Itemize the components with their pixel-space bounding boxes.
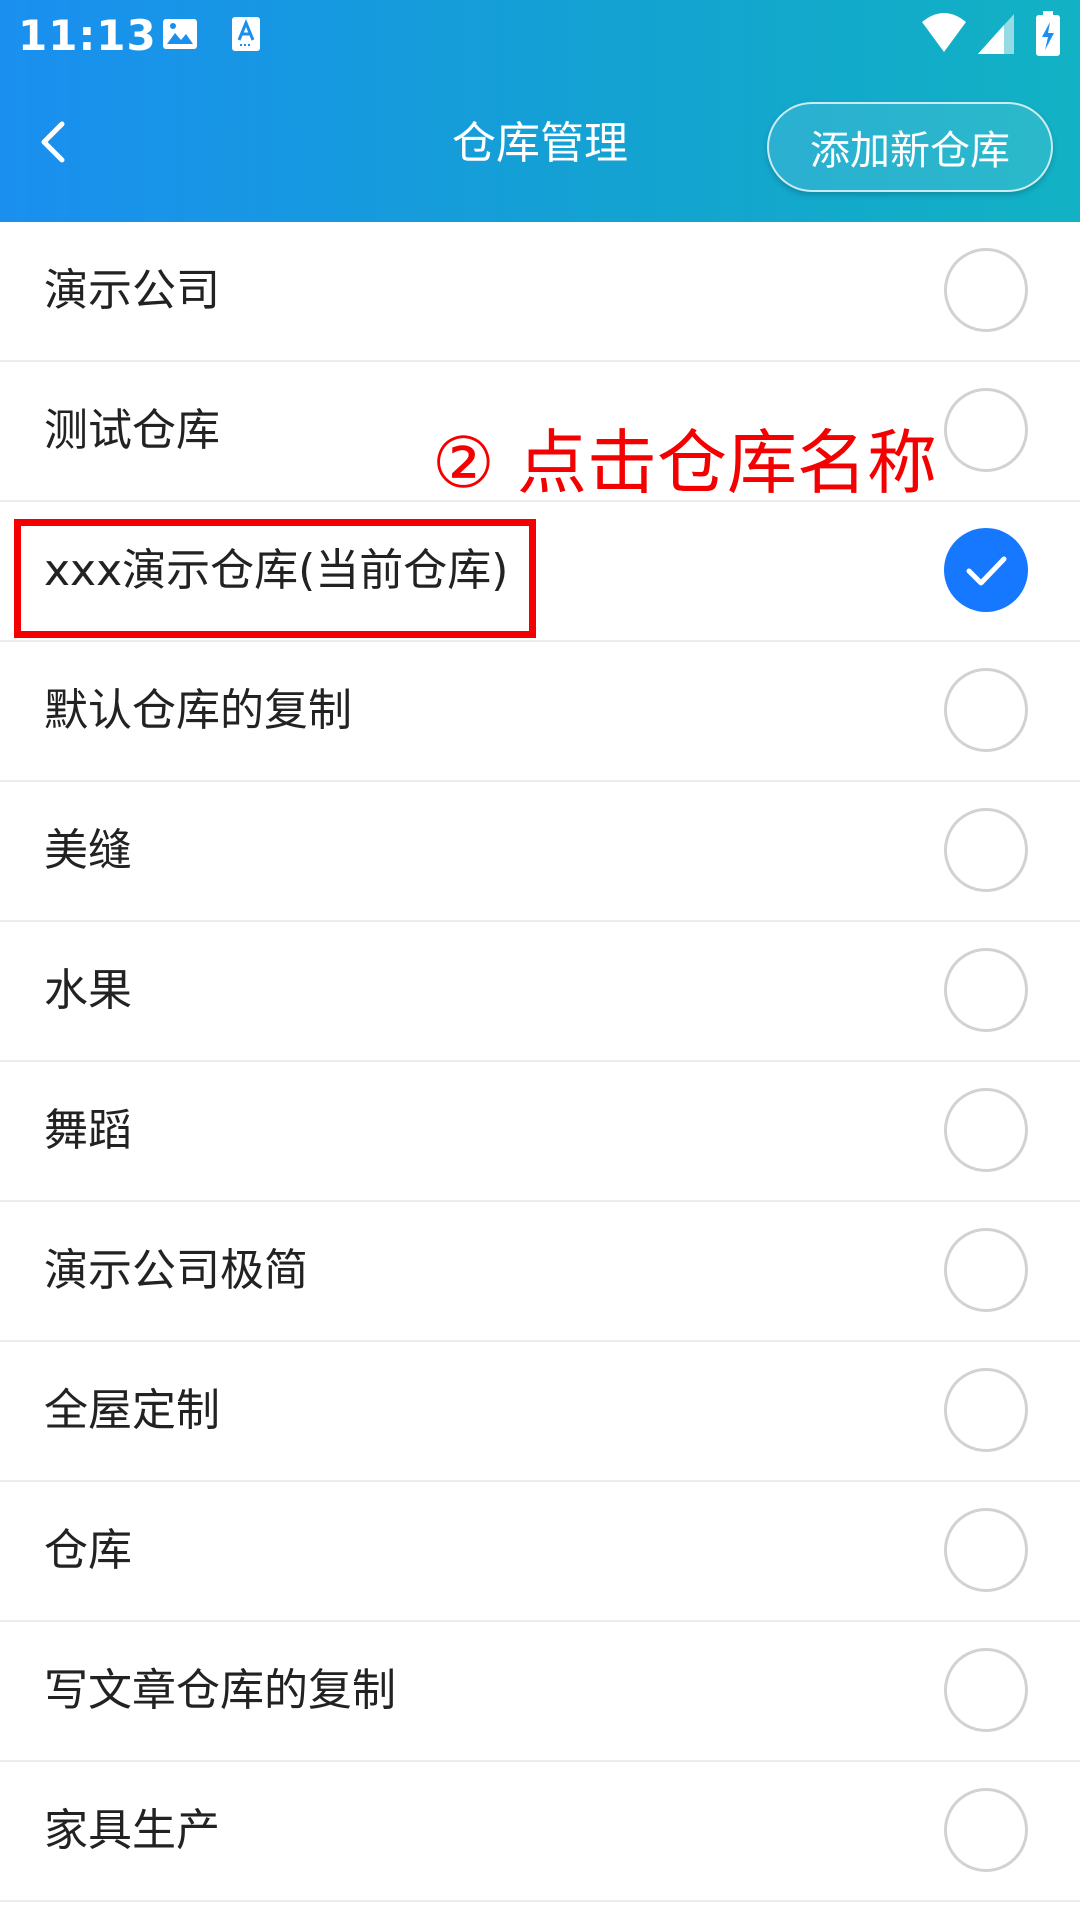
warehouse-name: 仓库 (44, 1525, 132, 1576)
radio-unchecked[interactable] (944, 1508, 1028, 1592)
font-download-icon (226, 14, 266, 54)
wifi-icon (920, 12, 968, 56)
warehouse-row[interactable]: 家具生产 (0, 1762, 1080, 1902)
radio-checked[interactable] (944, 528, 1028, 612)
image-icon (160, 14, 200, 54)
checkmark-icon (966, 556, 1007, 586)
radio-unchecked[interactable] (944, 1088, 1028, 1172)
warehouse-row[interactable]: 默认仓库的复制 (0, 642, 1080, 782)
warehouse-row[interactable]: 演示公司极简 (0, 1202, 1080, 1342)
signal-icon (976, 12, 1016, 56)
radio-unchecked[interactable] (944, 1368, 1028, 1452)
warehouse-name: 美缝 (44, 825, 132, 876)
radio-unchecked[interactable] (944, 1788, 1028, 1872)
warehouse-name: 全屋定制 (44, 1385, 220, 1436)
radio-unchecked[interactable] (944, 248, 1028, 332)
back-button[interactable] (22, 112, 86, 176)
warehouse-row[interactable]: 演示公司 (0, 222, 1080, 362)
warehouse-row[interactable]: 舞蹈 (0, 1062, 1080, 1202)
warehouse-name: xxx演示仓库(当前仓库) (44, 545, 509, 596)
radio-unchecked[interactable] (944, 1648, 1028, 1732)
status-bar: 11:13 (0, 0, 1080, 72)
radio-unchecked[interactable] (944, 948, 1028, 1032)
chevron-left-icon (34, 118, 74, 170)
warehouse-name: 水果 (44, 965, 132, 1016)
radio-unchecked[interactable] (944, 388, 1028, 472)
warehouse-row[interactable]: 水果 (0, 922, 1080, 1062)
warehouse-list: 演示公司测试仓库 xxx演示仓库(当前仓库) 默认仓库的复制 美缝水果舞蹈演示公司极简… (0, 222, 1080, 1902)
add-warehouse-button[interactable]: 添加新仓库 (767, 102, 1053, 192)
radio-unchecked[interactable] (944, 668, 1028, 752)
warehouse-name: 写文章仓库的复制 (44, 1665, 396, 1716)
warehouse-row[interactable]: 仓库 (0, 1482, 1080, 1622)
app-header: 11:13 仓库管理 添加新仓库 (0, 0, 1080, 222)
battery-charging-icon (1034, 10, 1062, 58)
warehouse-name: 演示公司 (44, 265, 220, 316)
warehouse-name: 舞蹈 (44, 1105, 132, 1156)
warehouse-name: 演示公司极简 (44, 1245, 308, 1296)
warehouse-name: 测试仓库 (44, 405, 220, 456)
warehouse-row[interactable]: 写文章仓库的复制 (0, 1622, 1080, 1762)
warehouse-row[interactable]: xxx演示仓库(当前仓库) (0, 502, 1080, 642)
warehouse-row[interactable]: 全屋定制 (0, 1342, 1080, 1482)
status-time: 11:13 (18, 11, 157, 60)
warehouse-row[interactable]: 测试仓库 (0, 362, 1080, 502)
warehouse-name: 家具生产 (44, 1805, 220, 1856)
radio-unchecked[interactable] (944, 808, 1028, 892)
warehouse-name: 默认仓库的复制 (44, 685, 352, 736)
radio-unchecked[interactable] (944, 1228, 1028, 1312)
warehouse-row[interactable]: 美缝 (0, 782, 1080, 922)
